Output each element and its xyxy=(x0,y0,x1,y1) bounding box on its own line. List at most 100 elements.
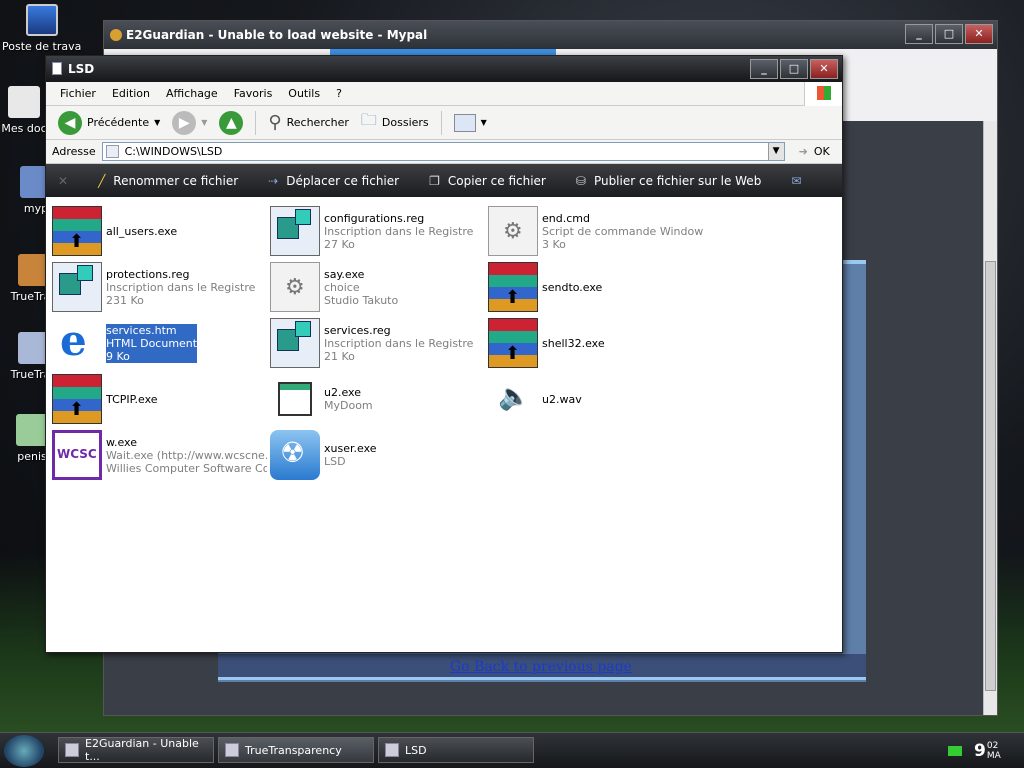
file-item[interactable]: TCPIP.exe xyxy=(52,372,267,426)
search-icon: ⚲ xyxy=(268,112,282,133)
menu-help[interactable]: ? xyxy=(328,87,350,100)
registry-icon xyxy=(52,262,102,312)
search-button[interactable]: ⚲ Rechercher xyxy=(264,110,352,135)
rar-icon xyxy=(488,318,538,368)
speaker-icon xyxy=(488,374,538,424)
network-icon[interactable] xyxy=(948,746,962,756)
toolbar: ◀ Précédente ▼ ▶ ▼ ▲ ⚲ Rechercher 🗀 Doss… xyxy=(46,106,842,140)
task-extra[interactable]: ✉ xyxy=(779,174,819,188)
copy-icon: ❐ xyxy=(429,173,440,188)
file-item[interactable]: xuser.exeLSD xyxy=(270,428,485,482)
publish-icon: ⛁ xyxy=(575,173,586,188)
move-icon: ⇢ xyxy=(268,173,279,188)
menu-fichier[interactable]: Fichier xyxy=(52,87,104,100)
menu-affichage[interactable]: Affichage xyxy=(158,87,226,100)
file-item[interactable]: configurations.reg Inscription dans le Re… xyxy=(270,204,485,258)
file-item[interactable]: sendto.exe xyxy=(488,260,703,314)
chevron-down-icon[interactable]: ▼ xyxy=(767,143,784,160)
file-item[interactable]: services.reg Inscription dans le Registre… xyxy=(270,316,485,370)
file-list: all_users.exe configurations.regInscript… xyxy=(46,202,842,652)
go-arrow-icon: ➜ xyxy=(798,145,808,158)
taskbar-item-mypal[interactable]: E2Guardian - Unable t... xyxy=(58,737,214,763)
documents-icon xyxy=(8,86,40,118)
radiation-icon xyxy=(270,430,320,480)
maximize-button[interactable]: □ xyxy=(780,59,808,79)
address-label: Adresse xyxy=(52,145,96,158)
address-value: C:\WINDOWS\LSD xyxy=(124,145,223,158)
mypal-scrollbar[interactable] xyxy=(983,121,997,715)
file-item[interactable]: u2.wav xyxy=(488,372,703,426)
maximize-button[interactable]: □ xyxy=(935,24,963,44)
minimize-button[interactable]: _ xyxy=(750,59,778,79)
task-rename[interactable]: ╱ Renommer ce fichier xyxy=(86,174,256,188)
views-icon xyxy=(453,113,476,132)
toolbar-separator xyxy=(440,110,442,135)
mypal-app-icon xyxy=(110,29,122,41)
file-item[interactable]: protections.reg Inscription dans le Regis… xyxy=(52,260,267,314)
menu-edition[interactable]: Edition xyxy=(104,87,158,100)
lsd-explorer-window: LSD _ □ ✕ Fichier Edition Affichage Favo… xyxy=(45,55,843,653)
file-tasks-bar: ✕ ╱ Renommer ce fichier ⇢ Déplacer ce fi… xyxy=(46,164,842,197)
rename-icon: ╱ xyxy=(98,173,106,188)
mypal-titlebar[interactable]: E2Guardian - Unable to load website - My… xyxy=(104,21,997,49)
script-icon xyxy=(270,262,320,312)
close-button[interactable]: ✕ xyxy=(965,24,993,44)
go-button[interactable]: ➜ OK xyxy=(799,145,830,158)
file-item[interactable]: u2.exe MyDoom xyxy=(270,372,485,426)
start-button[interactable] xyxy=(4,735,44,767)
task-publish[interactable]: ⛁ Publier ce fichier sur le Web xyxy=(564,174,779,188)
forward-button[interactable]: ▶ ▼ xyxy=(168,109,211,137)
image-icon xyxy=(16,414,48,446)
desktop-icon-poste-de-travail[interactable]: Poste de travail xyxy=(2,4,82,53)
folders-button[interactable]: 🗀 Dossiers xyxy=(357,107,433,138)
folder-icon xyxy=(105,145,119,158)
wcsc-icon xyxy=(52,430,102,480)
system-tray: 9 02 MA xyxy=(944,733,1024,768)
rar-icon xyxy=(488,262,538,312)
lsd-titlebar[interactable]: LSD _ □ ✕ xyxy=(46,56,842,82)
clock-minutes[interactable]: 02 MA xyxy=(987,741,1001,761)
chevron-down-icon[interactable]: ▼ xyxy=(481,118,487,127)
taskbar: E2Guardian - Unable t... TrueTransparenc… xyxy=(0,732,1024,768)
folder-window-icon xyxy=(52,62,62,75)
mypal-icon xyxy=(65,743,79,757)
window-icon xyxy=(225,743,239,757)
file-item[interactable]: end.cmdScript de commande Windows NT3 Ko xyxy=(488,204,703,258)
minimize-button[interactable]: _ xyxy=(905,24,933,44)
menu-outils[interactable]: Outils xyxy=(280,87,328,100)
close-button[interactable]: ✕ xyxy=(810,59,838,79)
address-field[interactable]: C:\WINDOWS\LSD ▼ xyxy=(101,142,785,161)
back-arrow-icon: ◀ xyxy=(58,110,82,135)
task-move[interactable]: ⇢ Déplacer ce fichier xyxy=(256,174,417,188)
menu-favoris[interactable]: Favoris xyxy=(226,87,281,100)
back-button[interactable]: ◀ Précédente ▼ xyxy=(54,109,164,137)
email-icon: ✉ xyxy=(791,173,802,188)
window-icon xyxy=(270,374,320,424)
clock-hour[interactable]: 9 xyxy=(974,741,986,761)
file-item-selected[interactable]: services.htmHTML Document9 Ko xyxy=(52,316,267,370)
up-button[interactable]: ▲ xyxy=(215,109,247,137)
toolbar-separator xyxy=(255,110,257,135)
address-bar: Adresse C:\WINDOWS\LSD ▼ ➜ OK xyxy=(46,140,842,164)
close-icon: ✕ xyxy=(58,173,69,188)
file-item[interactable]: say.exechoiceStudio Takuto xyxy=(270,260,485,314)
delete-task[interactable]: ✕ xyxy=(46,174,86,188)
script-icon xyxy=(488,206,538,256)
up-arrow-icon: ▲ xyxy=(219,110,244,135)
file-item[interactable]: all_users.exe xyxy=(52,204,267,258)
rar-icon xyxy=(52,374,102,424)
file-item[interactable]: w.exeWait.exe (http://www.wcscne...Willi… xyxy=(52,428,267,482)
registry-icon xyxy=(270,318,320,368)
views-button[interactable]: ▼ xyxy=(450,112,491,134)
go-back-link[interactable]: Go Back to previous page xyxy=(450,659,632,675)
chevron-down-icon[interactable]: ▼ xyxy=(201,118,207,127)
file-item[interactable]: shell32.exe xyxy=(488,316,703,370)
taskbar-item-truetransparency[interactable]: TrueTransparency xyxy=(218,737,374,763)
computer-icon xyxy=(26,4,58,36)
scrollbar-thumb[interactable] xyxy=(985,261,996,691)
taskbar-item-lsd[interactable]: LSD xyxy=(378,737,534,763)
lsd-title: LSD xyxy=(68,62,95,76)
task-copy[interactable]: ❐ Copier ce fichier xyxy=(417,174,564,188)
mypal-title: E2Guardian - Unable to load website - My… xyxy=(126,28,428,42)
chevron-down-icon[interactable]: ▼ xyxy=(154,118,160,127)
